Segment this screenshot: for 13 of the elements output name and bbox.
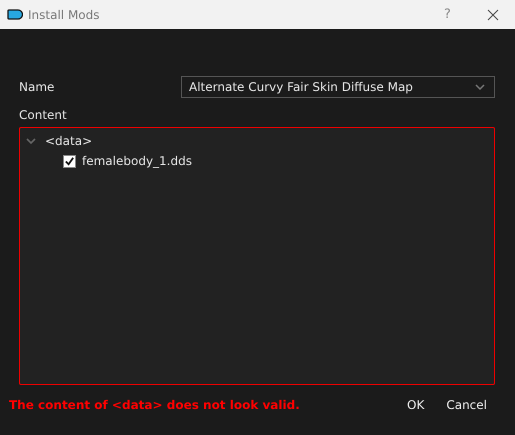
cancel-button[interactable]: Cancel — [438, 394, 495, 416]
name-dropdown[interactable]: Alternate Curvy Fair Skin Diffuse Map — [181, 76, 495, 98]
ok-button[interactable]: OK — [399, 394, 432, 416]
error-message: The content of <data> does not look valid. — [9, 398, 301, 412]
window-title: Install Mods — [28, 8, 101, 22]
tree-node[interactable]: <data> — [45, 134, 92, 148]
checkbox[interactable] — [63, 154, 76, 168]
app-logo-icon — [7, 9, 23, 20]
chevron-down-icon — [475, 84, 485, 90]
content-label: Content — [19, 108, 68, 122]
close-icon — [486, 8, 498, 20]
name-label: Name — [19, 80, 54, 94]
tree-item[interactable]: femalebody_1.dds — [82, 154, 192, 168]
